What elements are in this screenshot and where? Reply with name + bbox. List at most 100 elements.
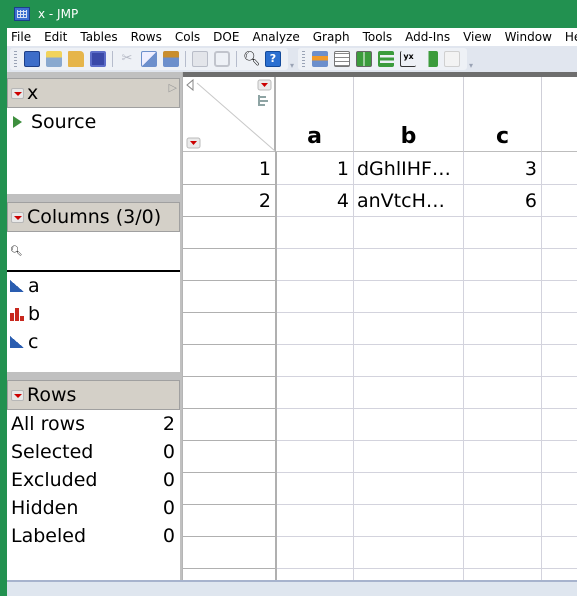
fit-y-by-x-icon[interactable]: yx [400, 51, 416, 67]
column-header-empty[interactable] [542, 77, 577, 152]
toolbar-separator [185, 51, 186, 67]
search-icon[interactable]: 🔍︎ [243, 51, 261, 67]
red-triangle-menu-icon[interactable] [11, 87, 24, 99]
toolbar-grip[interactable] [14, 51, 17, 67]
rows-count: 2 [162, 413, 175, 435]
open-folder-icon[interactable] [68, 51, 84, 67]
rows-all[interactable]: All rows 2 [7, 410, 180, 438]
bar-chart-icon[interactable] [378, 51, 394, 67]
column-header-c[interactable]: c [464, 77, 542, 152]
toolbar-grip[interactable] [302, 51, 305, 67]
menu-doe[interactable]: DOE [213, 30, 239, 44]
column-red-triangle-icon[interactable] [258, 80, 271, 90]
nominal-icon [10, 307, 24, 321]
column-name: c [28, 331, 39, 353]
cell-c[interactable]: 3 [464, 153, 542, 184]
toolbar-separator [112, 51, 113, 67]
table-panel: x ▷ Source [7, 78, 180, 194]
rows-panel: Rows All rows 2 Selected 0 Excluded 0 Hidde… [7, 380, 180, 580]
menu-edit[interactable]: Edit [44, 30, 67, 44]
rows-label: Labeled [11, 525, 87, 547]
column-item[interactable]: b [7, 300, 180, 328]
menu-cols[interactable]: Cols [175, 30, 200, 44]
column-gridline [353, 152, 354, 580]
row-number[interactable]: 2 [183, 185, 276, 216]
toolbar-overflow-icon[interactable]: ▾ [288, 48, 296, 70]
column-name: a [28, 275, 40, 297]
jmp-window: File Edit Tables Rows Cols DOE Analyze G… [7, 28, 577, 596]
rows-panel-title: Rows [27, 384, 77, 406]
lock-icon[interactable] [214, 51, 230, 67]
new-script-icon[interactable] [46, 51, 62, 67]
fit-model-icon[interactable] [422, 51, 438, 67]
cell-c[interactable]: 6 [464, 185, 542, 216]
red-triangle-menu-icon[interactable] [11, 211, 24, 223]
title-bar: x - JMP [0, 0, 577, 28]
columns-panel-title: Columns (3/0) [27, 206, 162, 228]
menu-rows[interactable]: Rows [131, 30, 162, 44]
copy-icon[interactable] [141, 51, 157, 67]
menu-add-ins[interactable]: Add-Ins [405, 30, 450, 44]
columns-panel: Columns (3/0) 🔍︎ a b c [7, 202, 180, 372]
left-panel: x ▷ Source Columns (3/0) 🔍︎ a b c Rows A… [7, 72, 182, 580]
edit-icon[interactable] [444, 51, 460, 67]
menu-tables[interactable]: Tables [80, 30, 117, 44]
collapse-panel-icon[interactable]: ▷ [169, 81, 177, 94]
rows-labeled[interactable]: Labeled 0 [7, 522, 180, 550]
cell-a[interactable]: 1 [276, 153, 354, 184]
row-red-triangle-icon[interactable] [187, 138, 200, 148]
rows-label: All rows [11, 413, 86, 435]
column-gridline [541, 152, 542, 580]
table-panel-header: x ▷ [7, 78, 180, 108]
distribution-icon[interactable] [356, 51, 372, 67]
cell-b[interactable]: anVtcH… [354, 185, 464, 216]
source-script-item[interactable]: Source [7, 108, 180, 136]
rows-count: 0 [162, 469, 175, 491]
rows-hidden[interactable]: Hidden 0 [7, 494, 180, 522]
row-header-gridline [183, 376, 276, 377]
menu-tools[interactable]: Tools [363, 30, 393, 44]
table-corner[interactable] [183, 77, 276, 152]
column-header-b[interactable]: b [354, 77, 464, 152]
journal-icon[interactable] [192, 51, 208, 67]
run-script-icon[interactable] [13, 116, 22, 128]
column-search-input[interactable]: 🔍︎ [7, 232, 180, 272]
cell-a[interactable]: 4 [276, 185, 354, 216]
toolbar-overflow-icon[interactable]: ▾ [467, 48, 475, 70]
help-icon[interactable]: ? [265, 51, 281, 67]
cut-icon[interactable]: ✂ [119, 51, 135, 67]
menu-graph[interactable]: Graph [313, 30, 350, 44]
menu-help[interactable]: Help [565, 30, 577, 44]
red-triangle-menu-icon[interactable] [11, 389, 24, 401]
row-header-gridline [183, 248, 276, 249]
rows-count: 0 [162, 497, 175, 519]
menu-file[interactable]: File [11, 30, 31, 44]
data-table-icon[interactable] [312, 51, 328, 67]
menu-view[interactable]: View [463, 30, 491, 44]
row-header-gridline [183, 280, 276, 281]
row-header-gridline [183, 312, 276, 313]
new-data-table-icon[interactable] [24, 51, 40, 67]
rows-count: 0 [162, 441, 175, 463]
rows-excluded[interactable]: Excluded 0 [7, 466, 180, 494]
rows-label: Selected [11, 441, 94, 463]
continuous-icon [10, 280, 24, 292]
column-info-icon[interactable] [334, 51, 350, 67]
toolbar-separator [236, 51, 237, 67]
menu-analyze[interactable]: Analyze [252, 30, 299, 44]
row-header-gridline [183, 568, 276, 569]
menu-window[interactable]: Window [505, 30, 552, 44]
column-item[interactable]: c [7, 328, 180, 356]
row-header-divider [275, 152, 277, 580]
save-icon[interactable] [90, 51, 106, 67]
column-header-a[interactable]: a [276, 77, 354, 152]
cell-b[interactable]: dGhlIHF… [354, 153, 464, 184]
column-item[interactable]: a [7, 272, 180, 300]
row-number[interactable]: 1 [183, 153, 276, 184]
rows-selected[interactable]: Selected 0 [7, 438, 180, 466]
search-icon: 🔍︎ [10, 245, 23, 257]
column-header-label: a [307, 124, 322, 149]
row-header-gridline [183, 408, 276, 409]
paste-icon[interactable] [163, 51, 179, 67]
column-header-label: b [400, 124, 417, 149]
